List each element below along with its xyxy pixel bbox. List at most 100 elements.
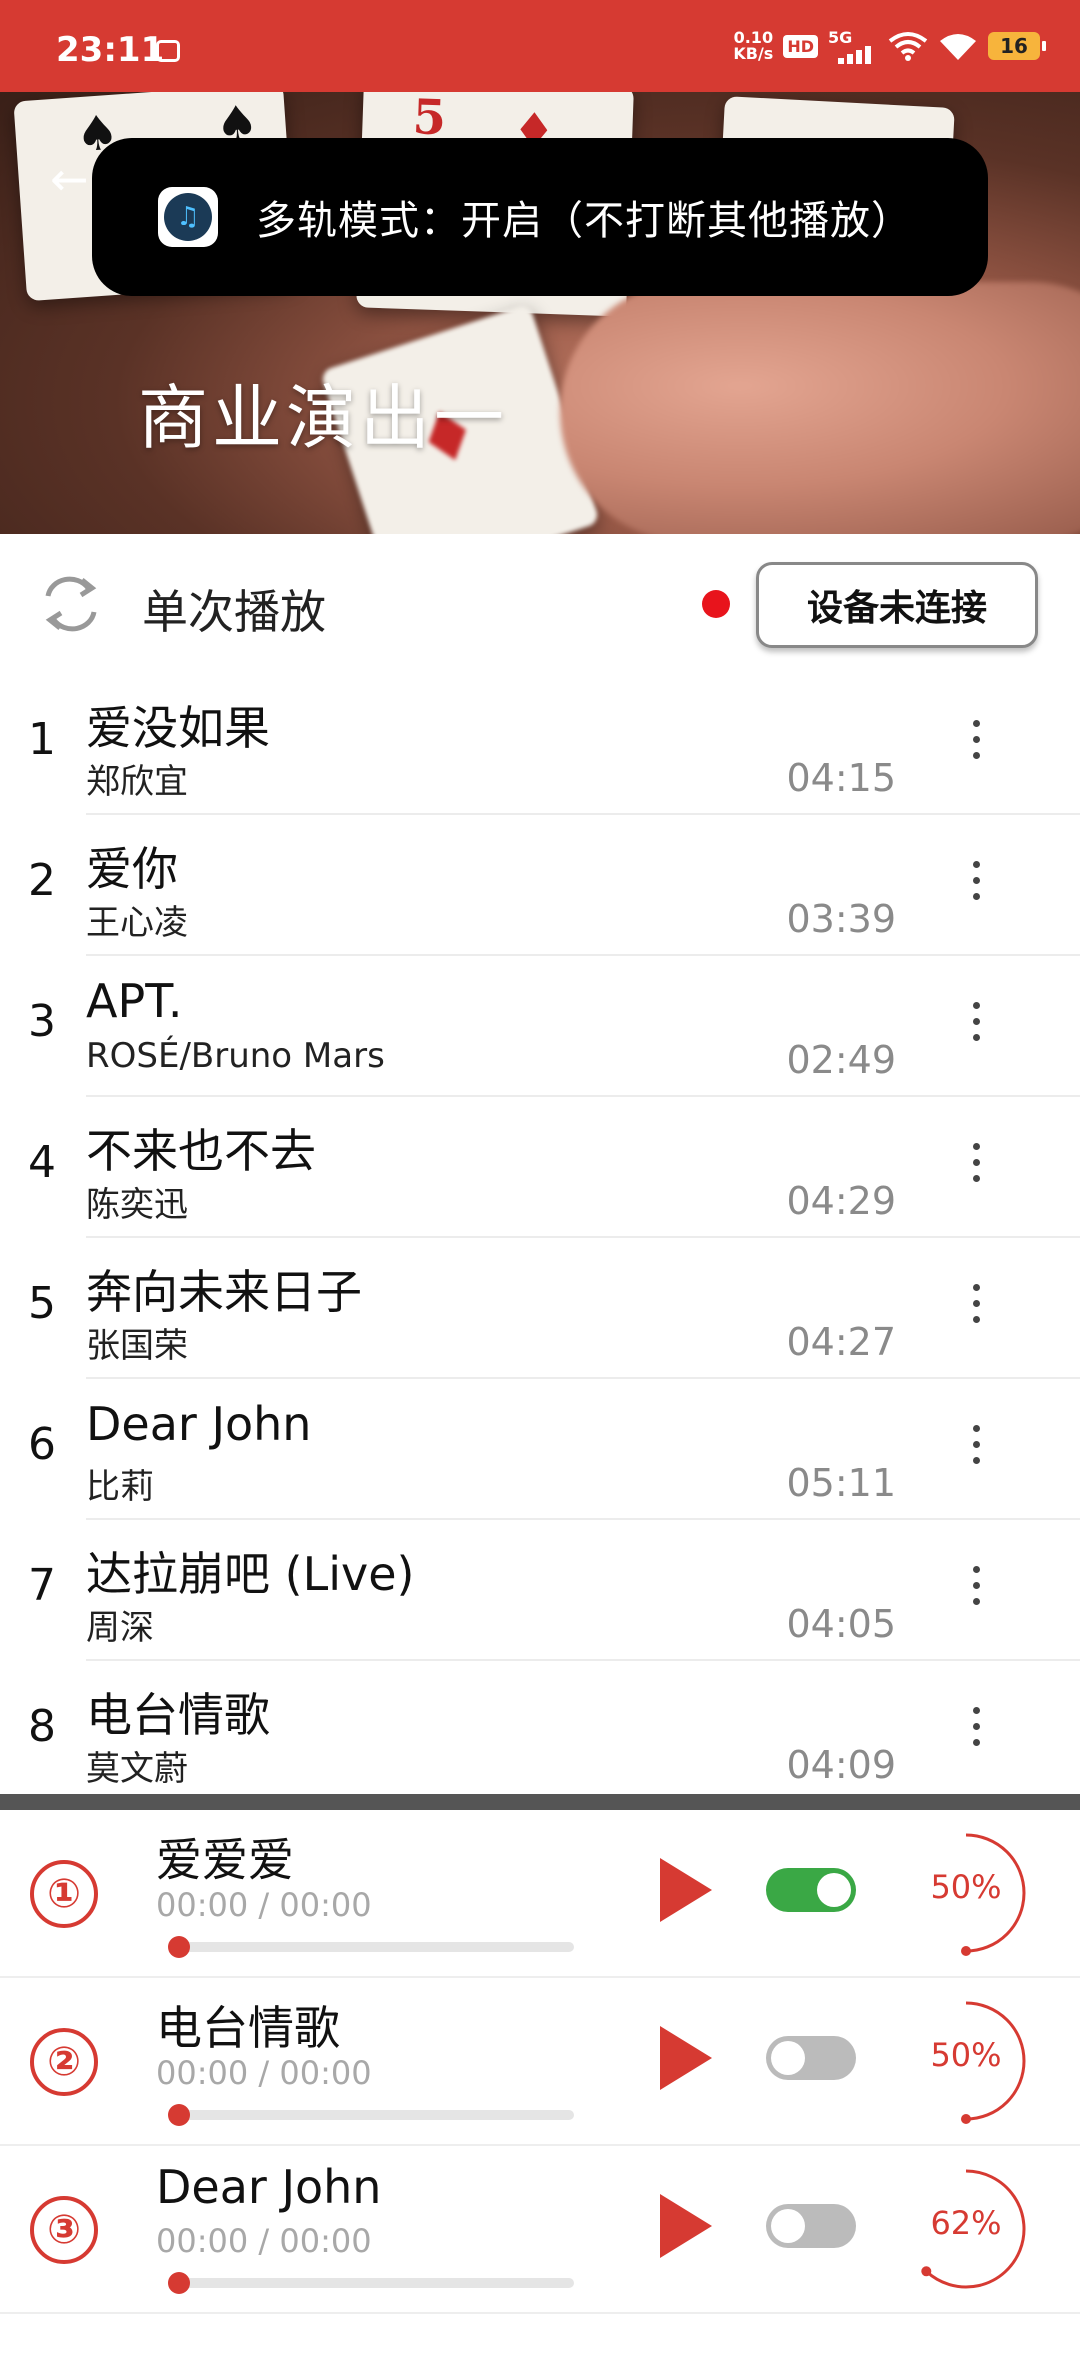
song-artist: 陈奕迅 — [86, 1185, 188, 1225]
song-title: 爱你 — [86, 842, 178, 896]
song-row[interactable]: 6 Dear John 比莉 05:11 — [0, 1379, 1080, 1520]
battery-icon: 16 — [988, 32, 1046, 60]
song-index: 2 — [28, 855, 56, 906]
track-row: ① 爱爱爱 00:00 / 00:00 50% — [0, 1810, 1080, 1978]
track-row: ② 电台情歌 00:00 / 00:00 50% — [0, 1978, 1080, 2146]
song-artist: 比莉 — [86, 1467, 154, 1507]
toggle-knob — [817, 1873, 851, 1907]
song-duration: 05:11 — [786, 1461, 896, 1505]
network-speed: 0.10 KB/s — [733, 30, 773, 62]
more-options-icon[interactable] — [968, 1143, 984, 1193]
song-duration: 03:39 — [786, 897, 896, 941]
app-icon: ♫ — [158, 187, 218, 247]
song-artist: ROSÉ/Bruno Mars — [86, 1036, 385, 1076]
playback-control-row: 单次播放 设备未连接 — [0, 534, 1080, 674]
song-title: Dear John — [86, 1397, 312, 1451]
song-artist: 张国荣 — [86, 1326, 188, 1366]
volume-label: 50% — [930, 1868, 1002, 1906]
play-icon[interactable] — [660, 2194, 712, 2258]
song-duration: 02:49 — [786, 1038, 896, 1082]
device-connect-button[interactable]: 设备未连接 — [756, 562, 1038, 648]
status-time: 23:11 — [56, 30, 165, 70]
track-seekbar-thumb[interactable] — [168, 2104, 190, 2126]
song-title: 爱没如果 — [86, 701, 270, 755]
more-options-icon[interactable] — [968, 1284, 984, 1334]
status-bar: 23:11 0.10 KB/s HD 5G 16 — [0, 0, 1080, 92]
multitrack-toast: ♫ 多轨模式：开启（不打断其他播放） — [92, 138, 988, 296]
toast-message: 多轨模式：开启（不打断其他播放） — [256, 198, 912, 244]
song-artist: 王心凌 — [86, 903, 188, 943]
sim-notification-icon — [156, 40, 180, 62]
song-duration: 04:09 — [786, 1743, 896, 1787]
song-row[interactable]: 5 奔向未来日子 张国荣 04:27 — [0, 1238, 1080, 1379]
cellular-signal-icon: 5G — [828, 28, 878, 64]
track-time: 00:00 / 00:00 — [156, 2054, 372, 2092]
song-title: 电台情歌 — [86, 1688, 270, 1742]
more-options-icon[interactable] — [968, 1002, 984, 1052]
track-title: Dear John — [156, 2160, 382, 2214]
song-duration: 04:29 — [786, 1179, 896, 1223]
toggle-knob — [771, 2209, 805, 2243]
panel-divider — [0, 1794, 1080, 1810]
track-time: 00:00 / 00:00 — [156, 1886, 372, 1924]
song-title: 不来也不去 — [86, 1124, 316, 1178]
track-seekbar[interactable] — [176, 2110, 574, 2120]
play-icon[interactable] — [660, 1858, 712, 1922]
song-index: 1 — [28, 714, 56, 765]
track-number-badge: ② — [30, 2028, 98, 2096]
track-enable-toggle[interactable] — [766, 2204, 856, 2248]
track-number-badge: ① — [30, 1860, 98, 1928]
row-divider — [0, 2312, 1080, 2314]
track-seekbar-thumb[interactable] — [168, 1936, 190, 1958]
song-index: 4 — [28, 1137, 56, 1188]
song-index: 5 — [28, 1278, 56, 1329]
track-seekbar[interactable] — [176, 1942, 574, 1952]
wifi-alt-icon — [888, 32, 928, 61]
play-icon[interactable] — [660, 2026, 712, 2090]
more-options-icon[interactable] — [968, 1707, 984, 1757]
track-title: 电台情歌 — [156, 2001, 340, 2055]
connection-status-dot — [702, 590, 730, 618]
more-options-icon[interactable] — [968, 861, 984, 911]
song-artist: 郑欣宜 — [86, 762, 188, 802]
track-enable-toggle[interactable] — [766, 2036, 856, 2080]
song-row[interactable]: 3 APT. ROSÉ/Bruno Mars 02:49 — [0, 956, 1080, 1097]
song-row[interactable]: 8 电台情歌 莫文蔚 04:09 — [0, 1661, 1080, 1794]
song-index: 3 — [28, 996, 56, 1047]
track-seekbar-thumb[interactable] — [168, 2272, 190, 2294]
song-title: 奔向未来日子 — [86, 1265, 362, 1319]
hd-icon: HD — [783, 34, 818, 58]
song-row[interactable]: 4 不来也不去 陈奕迅 04:29 — [0, 1097, 1080, 1238]
playlist-title: 商业演出一 — [138, 377, 508, 459]
song-title: APT. — [86, 974, 183, 1028]
song-duration: 04:15 — [786, 756, 896, 800]
song-artist: 莫文蔚 — [86, 1749, 188, 1789]
song-index: 6 — [28, 1419, 56, 1470]
wifi-icon — [940, 34, 976, 60]
track-number-badge: ③ — [30, 2196, 98, 2264]
more-options-icon[interactable] — [968, 720, 984, 770]
song-row[interactable]: 7 达拉崩吧 (Live) 周深 04:05 — [0, 1520, 1080, 1661]
back-arrow-icon[interactable]: ← — [50, 152, 89, 206]
song-list[interactable]: 1 爱没如果 郑欣宜 04:15 2 爱你 王心凌 03:39 3 APT. R… — [0, 674, 1080, 1794]
more-options-icon[interactable] — [968, 1425, 984, 1475]
song-index: 7 — [28, 1560, 56, 1611]
play-mode-button[interactable]: 单次播放 — [142, 576, 326, 642]
track-title: 爱爱爱 — [156, 1833, 294, 1887]
volume-label: 50% — [930, 2036, 1002, 2074]
network-speed-unit: KB/s — [733, 44, 774, 63]
track-enable-toggle[interactable] — [766, 1868, 856, 1912]
more-options-icon[interactable] — [968, 1566, 984, 1616]
song-title: 达拉崩吧 (Live) — [86, 1547, 415, 1601]
status-icons: 0.10 KB/s HD 5G 16 — [733, 24, 1046, 68]
song-row[interactable]: 1 爱没如果 郑欣宜 04:15 — [0, 674, 1080, 815]
network-type: 5G — [828, 28, 853, 47]
track-seekbar[interactable] — [176, 2278, 574, 2288]
song-row[interactable]: 2 爱你 王心凌 03:39 — [0, 815, 1080, 956]
song-artist: 周深 — [86, 1608, 154, 1648]
song-index: 8 — [28, 1701, 56, 1752]
track-row: ③ Dear John 00:00 / 00:00 62% — [0, 2146, 1080, 2314]
hand-image — [560, 282, 1080, 534]
volume-label: 62% — [930, 2204, 1002, 2242]
repeat-icon[interactable] — [36, 574, 106, 634]
